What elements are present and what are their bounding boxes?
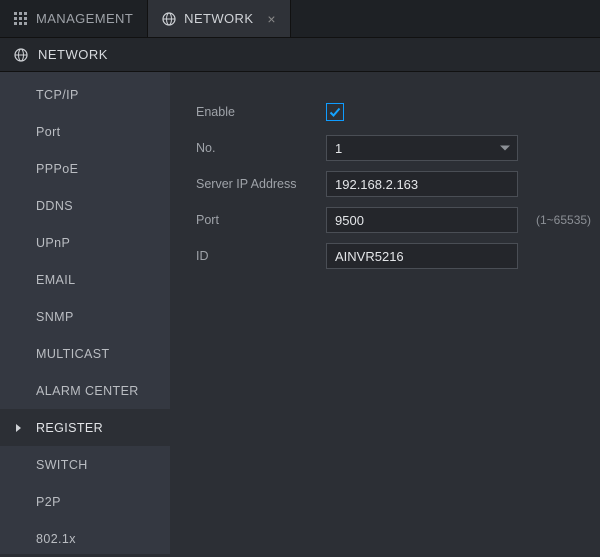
grid-icon: [14, 12, 28, 26]
sidebar-item-port[interactable]: Port: [0, 113, 170, 150]
check-icon: [328, 105, 342, 119]
sidebar-item-label: Port: [36, 125, 61, 139]
no-select-value[interactable]: [326, 135, 518, 161]
sidebar-item-switch[interactable]: SWITCH: [0, 446, 170, 483]
sidebar-item-label: 802.1x: [36, 532, 76, 546]
sidebar-item-snmp[interactable]: SNMP: [0, 298, 170, 335]
globe-icon: [162, 12, 176, 26]
enable-checkbox[interactable]: [326, 103, 344, 121]
no-select[interactable]: [326, 135, 518, 161]
tab-management-label: MANAGEMENT: [36, 11, 133, 26]
tab-network[interactable]: NETWORK ×: [148, 0, 291, 37]
close-icon[interactable]: ×: [267, 12, 276, 26]
port-hint: (1~65535): [536, 213, 591, 227]
tab-management[interactable]: MANAGEMENT: [0, 0, 148, 37]
sidebar-item-label: SNMP: [36, 310, 74, 324]
sidebar-item-label: REGISTER: [36, 421, 103, 435]
no-label: No.: [196, 141, 326, 155]
id-label: ID: [196, 249, 326, 263]
register-form: Enable No. Server IP Address Port (1~655…: [170, 72, 600, 554]
sidebar-item-802-1x[interactable]: 802.1x: [0, 520, 170, 557]
port-input[interactable]: [326, 207, 518, 233]
sidebar-item-label: SWITCH: [36, 458, 88, 472]
sidebar-item-label: MULTICAST: [36, 347, 110, 361]
server-ip-label: Server IP Address: [196, 177, 326, 191]
globe-icon: [14, 48, 28, 62]
sidebar: TCP/IP Port PPPoE DDNS UPnP EMAIL SNMP MULTICAS…: [0, 72, 170, 554]
sidebar-item-label: ALARM CENTER: [36, 384, 139, 398]
sidebar-item-upnp[interactable]: UPnP: [0, 224, 170, 261]
sidebar-item-multicast[interactable]: MULTICAST: [0, 335, 170, 372]
sidebar-item-label: DDNS: [36, 199, 73, 213]
id-input[interactable]: [326, 243, 518, 269]
sidebar-item-label: PPPoE: [36, 162, 78, 176]
sidebar-item-tcp-ip[interactable]: TCP/IP: [0, 76, 170, 113]
sidebar-item-pppoe[interactable]: PPPoE: [0, 150, 170, 187]
sidebar-item-p2p[interactable]: P2P: [0, 483, 170, 520]
sidebar-item-ddns[interactable]: DDNS: [0, 187, 170, 224]
sidebar-item-email[interactable]: EMAIL: [0, 261, 170, 298]
page-header: NETWORK: [0, 38, 600, 72]
sidebar-item-alarm-center[interactable]: ALARM CENTER: [0, 372, 170, 409]
sidebar-item-label: P2P: [36, 495, 61, 509]
sidebar-item-register[interactable]: REGISTER: [0, 409, 170, 446]
tab-bar: MANAGEMENT NETWORK ×: [0, 0, 600, 38]
page-title: NETWORK: [38, 47, 108, 62]
content: TCP/IP Port PPPoE DDNS UPnP EMAIL SNMP MULTICAS…: [0, 72, 600, 554]
sidebar-item-label: EMAIL: [36, 273, 76, 287]
sidebar-item-label: TCP/IP: [36, 88, 79, 102]
port-label: Port: [196, 213, 326, 227]
server-ip-input[interactable]: [326, 171, 518, 197]
tab-network-label: NETWORK: [184, 11, 253, 26]
sidebar-item-label: UPnP: [36, 236, 70, 250]
enable-label: Enable: [196, 105, 326, 119]
